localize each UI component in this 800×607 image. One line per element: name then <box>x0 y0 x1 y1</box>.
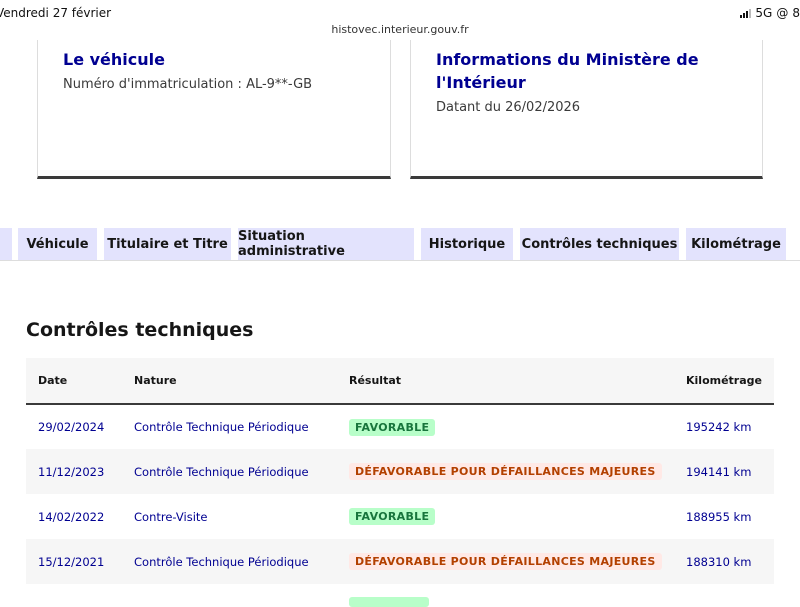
tab-panel: Contrôles techniques Date Nature Résulta… <box>0 260 800 607</box>
card-title: Le véhicule <box>63 50 165 69</box>
cell-nature: Contre-Visite <box>134 509 208 524</box>
cell-km: 188310 km <box>686 539 774 584</box>
tab-previous[interactable] <box>0 228 12 260</box>
status-date: Vendredi 27 février <box>0 6 112 20</box>
tab-vehicule[interactable]: Véhicule <box>18 228 97 260</box>
status-badge: DÉFAVORABLE POUR DÉFAILLANCES MAJEURES <box>349 463 662 480</box>
table-row: 29/02/2024 Contrôle Technique Périodique… <box>26 404 774 449</box>
ministry-card: Informations du Ministère de l'Intérieur… <box>410 40 763 179</box>
card-title: Informations du Ministère de l'Intérieur <box>436 50 699 92</box>
table-row: 11/12/2023 Contrôle Technique Périodique… <box>26 449 774 494</box>
partial-badge <box>349 597 429 607</box>
status-badge: DÉFAVORABLE POUR DÉFAILLANCES MAJEURES <box>349 553 662 570</box>
card-text: Numéro d'immatriculation : AL-9**-GB <box>63 77 313 92</box>
cell-km: 188955 km <box>686 509 752 524</box>
section-title: Contrôles techniques <box>26 319 254 341</box>
cell-date: 29/02/2024 <box>38 420 105 434</box>
cell-km: 194141 km <box>686 449 774 494</box>
table-row: 14/02/2022 Contre-Visite FAVORABLE 18895… <box>26 494 774 539</box>
controls-table: Date Nature Résultat Kilométrage 29/02/2… <box>26 358 774 584</box>
header-date: Date <box>26 358 134 405</box>
tab-titulaire[interactable]: Titulaire et Titre <box>104 228 231 260</box>
network-label: 5G <box>755 6 773 20</box>
cell-km: 195242 km <box>686 420 752 434</box>
tab-bar: Véhicule Titulaire et Titre Situation ad… <box>0 228 800 260</box>
cell-date: 15/12/2021 <box>26 539 134 584</box>
cell-nature: Contrôle Technique Périodique <box>134 449 349 494</box>
tab-historique[interactable]: Historique <box>421 228 513 260</box>
status-badge: FAVORABLE <box>349 508 436 525</box>
tab-kilometrage[interactable]: Kilométrage <box>686 228 786 260</box>
vehicle-card: Le véhicule Numéro d'immatriculation : A… <box>37 40 391 179</box>
cell-nature: Contrôle Technique Périodique <box>134 420 309 434</box>
tab-controles[interactable]: Contrôles techniques <box>520 228 679 260</box>
orientation-lock-icon: @ <box>776 6 789 20</box>
tab-situation[interactable]: Situation administrative <box>238 228 414 260</box>
status-badge: FAVORABLE <box>349 418 436 436</box>
header-result: Résultat <box>349 358 686 405</box>
cell-nature: Contrôle Technique Périodique <box>134 539 349 584</box>
cell-date: 11/12/2023 <box>26 449 134 494</box>
header-nature: Nature <box>134 358 349 405</box>
table-row: 15/12/2021 Contrôle Technique Périodique… <box>26 539 774 584</box>
status-bar: Vendredi 27 février 5G @ 8 histovec.inte… <box>0 0 800 40</box>
signal-icon <box>740 8 752 18</box>
status-indicators: 5G @ 8 <box>740 6 800 20</box>
battery-label: 8 <box>792 6 800 20</box>
card-text: Datant du 26/02/2026 <box>436 100 581 115</box>
cell-date: 14/02/2022 <box>38 509 105 524</box>
header-km: Kilométrage <box>686 358 774 405</box>
url-bar[interactable]: histovec.interieur.gouv.fr <box>0 23 800 36</box>
